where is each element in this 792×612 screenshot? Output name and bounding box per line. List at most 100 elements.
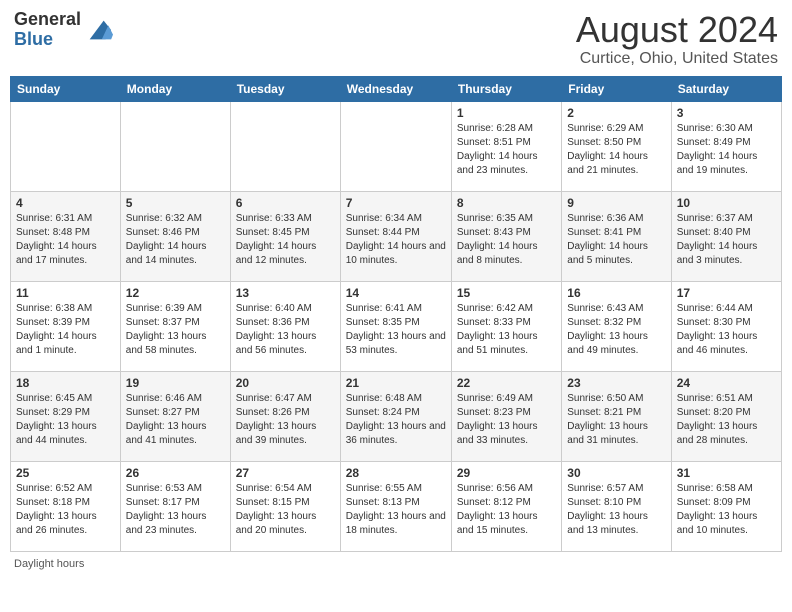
calendar-day-cell: 18Sunrise: 6:45 AMSunset: 8:29 PMDayligh… bbox=[11, 371, 121, 461]
day-number: 30 bbox=[567, 466, 665, 480]
day-number: 17 bbox=[677, 286, 776, 300]
calendar-week-row: 1Sunrise: 6:28 AMSunset: 8:51 PMDaylight… bbox=[11, 101, 782, 191]
day-number: 2 bbox=[567, 106, 665, 120]
day-info: Sunrise: 6:33 AMSunset: 8:45 PMDaylight:… bbox=[236, 212, 335, 268]
calendar-day-cell: 5 Sunrise: 6:32 AMSunset: 8:46 PMDaylight… bbox=[120, 191, 230, 281]
day-info: Sunrise: 6:56 AMSunset: 8:12 PMDaylight:… bbox=[457, 482, 556, 538]
calendar-week-row: 18Sunrise: 6:45 AMSunset: 8:29 PMDayligh… bbox=[11, 371, 782, 461]
day-info: Sunrise: 6:51 AMSunset: 8:20 PMDaylight:… bbox=[677, 392, 776, 448]
calendar-day-cell: 4Sunrise: 6:31 AMSunset: 8:48 PMDaylight… bbox=[11, 191, 121, 281]
day-number: 4 bbox=[16, 196, 115, 210]
calendar-day-header: Tuesday bbox=[230, 76, 340, 101]
day-info: Sunrise: 6:46 AMSunset: 8:27 PMDaylight:… bbox=[126, 392, 225, 448]
title-area: August 2024 Curtice, Ohio, United States bbox=[576, 10, 778, 68]
calendar-day-header: Sunday bbox=[11, 76, 121, 101]
calendar-week-row: 11Sunrise: 6:38 AMSunset: 8:39 PMDayligh… bbox=[11, 281, 782, 371]
calendar-day-cell bbox=[11, 101, 121, 191]
calendar-day-cell: 12Sunrise: 6:39 AMSunset: 8:37 PMDayligh… bbox=[120, 281, 230, 371]
day-number: 13 bbox=[236, 286, 335, 300]
calendar-week-row: 25Sunrise: 6:52 AMSunset: 8:18 PMDayligh… bbox=[11, 461, 782, 551]
calendar-day-cell: 29 Sunrise: 6:56 AMSunset: 8:12 PMDayligh… bbox=[451, 461, 561, 551]
calendar-day-header: Thursday bbox=[451, 76, 561, 101]
day-number: 16 bbox=[567, 286, 665, 300]
day-number: 23 bbox=[567, 376, 665, 390]
calendar-day-header: Wednesday bbox=[340, 76, 451, 101]
footer: Daylight hours bbox=[10, 558, 782, 570]
day-info: Sunrise: 6:44 AMSunset: 8:30 PMDaylight:… bbox=[677, 302, 776, 358]
logo-blue: Blue bbox=[14, 29, 53, 49]
calendar-day-cell bbox=[340, 101, 451, 191]
day-number: 26 bbox=[126, 466, 225, 480]
logo: General Blue bbox=[14, 10, 113, 50]
day-info: Sunrise: 6:45 AMSunset: 8:29 PMDaylight:… bbox=[16, 392, 115, 448]
day-info: Sunrise: 6:40 AMSunset: 8:36 PMDaylight:… bbox=[236, 302, 335, 358]
day-number: 27 bbox=[236, 466, 335, 480]
day-number: 9 bbox=[567, 196, 665, 210]
calendar-day-cell: 22 Sunrise: 6:49 AMSunset: 8:23 PMDayligh… bbox=[451, 371, 561, 461]
day-info: Sunrise: 6:53 AMSunset: 8:17 PMDaylight:… bbox=[126, 482, 225, 538]
calendar-day-cell: 20 Sunrise: 6:47 AMSunset: 8:26 PMDayligh… bbox=[230, 371, 340, 461]
day-number: 14 bbox=[346, 286, 446, 300]
day-info: Sunrise: 6:32 AMSunset: 8:46 PMDaylight:… bbox=[126, 212, 225, 268]
day-number: 31 bbox=[677, 466, 776, 480]
day-number: 8 bbox=[457, 196, 556, 210]
day-number: 15 bbox=[457, 286, 556, 300]
calendar-day-header: Friday bbox=[562, 76, 671, 101]
day-info: Sunrise: 6:54 AMSunset: 8:15 PMDaylight:… bbox=[236, 482, 335, 538]
calendar-day-cell: 16 Sunrise: 6:43 AMSunset: 8:32 PMDayligh… bbox=[562, 281, 671, 371]
calendar-day-cell: 10Sunrise: 6:37 AMSunset: 8:40 PMDayligh… bbox=[671, 191, 781, 281]
calendar-day-cell: 26 Sunrise: 6:53 AMSunset: 8:17 PMDayligh… bbox=[120, 461, 230, 551]
day-info: Sunrise: 6:28 AMSunset: 8:51 PMDaylight:… bbox=[457, 122, 556, 178]
day-info: Sunrise: 6:30 AMSunset: 8:49 PMDaylight:… bbox=[677, 122, 776, 178]
day-number: 25 bbox=[16, 466, 115, 480]
day-info: Sunrise: 6:41 AMSunset: 8:35 PMDaylight:… bbox=[346, 302, 446, 358]
day-number: 24 bbox=[677, 376, 776, 390]
calendar-day-cell: 9 Sunrise: 6:36 AMSunset: 8:41 PMDaylight… bbox=[562, 191, 671, 281]
calendar-week-row: 4Sunrise: 6:31 AMSunset: 8:48 PMDaylight… bbox=[11, 191, 782, 281]
day-info: Sunrise: 6:43 AMSunset: 8:32 PMDaylight:… bbox=[567, 302, 665, 358]
day-number: 21 bbox=[346, 376, 446, 390]
calendar-day-cell: 8 Sunrise: 6:35 AMSunset: 8:43 PMDaylight… bbox=[451, 191, 561, 281]
daylight-hours-label: Daylight hours bbox=[14, 558, 84, 570]
day-number: 10 bbox=[677, 196, 776, 210]
location: Curtice, Ohio, United States bbox=[576, 50, 778, 68]
day-info: Sunrise: 6:48 AMSunset: 8:24 PMDaylight:… bbox=[346, 392, 446, 448]
calendar-day-cell: 24 Sunrise: 6:51 AMSunset: 8:20 PMDayligh… bbox=[671, 371, 781, 461]
calendar-day-cell: 31 Sunrise: 6:58 AMSunset: 8:09 PMDayligh… bbox=[671, 461, 781, 551]
calendar-day-cell: 13 Sunrise: 6:40 AMSunset: 8:36 PMDayligh… bbox=[230, 281, 340, 371]
day-number: 20 bbox=[236, 376, 335, 390]
calendar-day-cell bbox=[120, 101, 230, 191]
calendar-day-cell: 23 Sunrise: 6:50 AMSunset: 8:21 PMDayligh… bbox=[562, 371, 671, 461]
calendar-day-cell: 7Sunrise: 6:34 AMSunset: 8:44 PMDaylight… bbox=[340, 191, 451, 281]
month-title: August 2024 bbox=[576, 10, 778, 50]
day-info: Sunrise: 6:42 AMSunset: 8:33 PMDaylight:… bbox=[457, 302, 556, 358]
calendar-header-row: SundayMondayTuesdayWednesdayThursdayFrid… bbox=[11, 76, 782, 101]
calendar-day-header: Monday bbox=[120, 76, 230, 101]
calendar-day-cell: 15 Sunrise: 6:42 AMSunset: 8:33 PMDayligh… bbox=[451, 281, 561, 371]
day-info: Sunrise: 6:50 AMSunset: 8:21 PMDaylight:… bbox=[567, 392, 665, 448]
calendar-day-cell: 25Sunrise: 6:52 AMSunset: 8:18 PMDayligh… bbox=[11, 461, 121, 551]
day-info: Sunrise: 6:34 AMSunset: 8:44 PMDaylight:… bbox=[346, 212, 446, 268]
calendar-day-cell: 6 Sunrise: 6:33 AMSunset: 8:45 PMDaylight… bbox=[230, 191, 340, 281]
day-info: Sunrise: 6:49 AMSunset: 8:23 PMDaylight:… bbox=[457, 392, 556, 448]
day-info: Sunrise: 6:36 AMSunset: 8:41 PMDaylight:… bbox=[567, 212, 665, 268]
day-info: Sunrise: 6:47 AMSunset: 8:26 PMDaylight:… bbox=[236, 392, 335, 448]
day-number: 22 bbox=[457, 376, 556, 390]
logo-icon bbox=[85, 16, 113, 44]
day-info: Sunrise: 6:57 AMSunset: 8:10 PMDaylight:… bbox=[567, 482, 665, 538]
calendar-table: SundayMondayTuesdayWednesdayThursdayFrid… bbox=[10, 76, 782, 552]
day-info: Sunrise: 6:55 AMSunset: 8:13 PMDaylight:… bbox=[346, 482, 446, 538]
day-number: 6 bbox=[236, 196, 335, 210]
page-header: General Blue August 2024 Curtice, Ohio, … bbox=[10, 10, 782, 68]
day-number: 5 bbox=[126, 196, 225, 210]
day-number: 3 bbox=[677, 106, 776, 120]
calendar-day-cell: 21 Sunrise: 6:48 AMSunset: 8:24 PMDayligh… bbox=[340, 371, 451, 461]
day-info: Sunrise: 6:58 AMSunset: 8:09 PMDaylight:… bbox=[677, 482, 776, 538]
day-number: 29 bbox=[457, 466, 556, 480]
logo-general: General bbox=[14, 9, 81, 29]
calendar-day-cell: 14 Sunrise: 6:41 AMSunset: 8:35 PMDayligh… bbox=[340, 281, 451, 371]
calendar-day-cell: 3 Sunrise: 6:30 AMSunset: 8:49 PMDaylight… bbox=[671, 101, 781, 191]
calendar-day-cell: 11Sunrise: 6:38 AMSunset: 8:39 PMDayligh… bbox=[11, 281, 121, 371]
day-info: Sunrise: 6:35 AMSunset: 8:43 PMDaylight:… bbox=[457, 212, 556, 268]
calendar-day-cell: 1Sunrise: 6:28 AMSunset: 8:51 PMDaylight… bbox=[451, 101, 561, 191]
